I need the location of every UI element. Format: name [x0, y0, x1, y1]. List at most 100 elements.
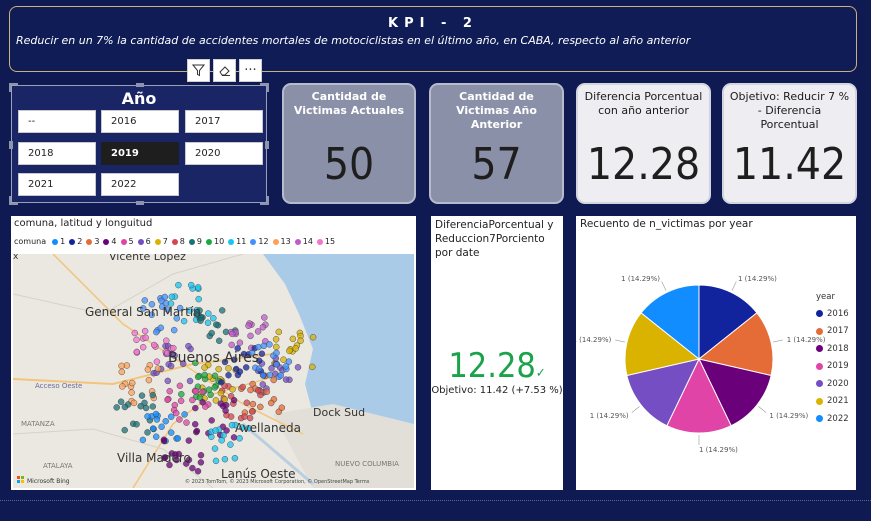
map-point[interactable] [133, 421, 140, 428]
map-point[interactable] [149, 403, 157, 410]
slicer-option[interactable]: 2020 [185, 142, 263, 165]
map-point[interactable] [118, 368, 126, 376]
map-point[interactable] [261, 314, 268, 321]
map-point[interactable] [201, 371, 208, 379]
card-diferencia-porcentual[interactable]: Diferencia Porcentual con año anterior 1… [576, 83, 711, 204]
resize-handle[interactable] [9, 83, 18, 92]
map-point[interactable] [178, 390, 185, 398]
map-point[interactable] [167, 413, 175, 420]
map-point[interactable] [164, 396, 171, 404]
map-point[interactable] [192, 404, 199, 412]
map-point[interactable] [272, 336, 280, 343]
map-point[interactable] [236, 435, 243, 442]
map-point[interactable] [219, 402, 227, 410]
map-point[interactable] [254, 328, 262, 335]
slicer-option[interactable]: -- [18, 110, 96, 133]
map-legend-item[interactable]: 13 [272, 237, 291, 246]
map-point[interactable] [168, 293, 176, 300]
map-point[interactable] [268, 399, 275, 407]
map-point[interactable] [227, 441, 234, 448]
slicer-option[interactable]: 2018 [18, 142, 96, 165]
map-point[interactable] [170, 326, 178, 334]
map-point[interactable] [194, 373, 202, 381]
resize-handle[interactable] [265, 141, 269, 149]
map-point[interactable] [228, 341, 235, 349]
map-point[interactable] [113, 404, 120, 411]
slicer-option-selected[interactable]: 2019 [101, 142, 179, 165]
map-point[interactable] [297, 337, 304, 344]
resize-handle[interactable] [9, 196, 18, 205]
map-point[interactable] [183, 419, 190, 426]
slicer-option[interactable]: 2021 [18, 173, 96, 196]
map-point[interactable] [248, 408, 256, 415]
map-point[interactable] [176, 382, 184, 390]
map-point[interactable] [117, 398, 125, 405]
map-point[interactable] [278, 404, 285, 411]
map-point[interactable] [286, 347, 293, 355]
map-point[interactable] [153, 358, 161, 365]
map-point[interactable] [263, 388, 271, 396]
map-point[interactable] [189, 396, 196, 404]
pie-legend-item[interactable]: 2017 [816, 323, 849, 341]
map-point[interactable] [187, 281, 195, 289]
map-point[interactable] [232, 365, 240, 373]
more-options-icon[interactable]: ··· [239, 59, 262, 82]
map-point[interactable] [266, 371, 274, 379]
map-point[interactable] [243, 399, 251, 407]
map-point[interactable] [160, 436, 168, 443]
map-point[interactable] [229, 330, 236, 338]
pie-legend-item[interactable]: 2020 [816, 375, 849, 393]
map-point[interactable] [259, 372, 267, 379]
map-point[interactable] [121, 403, 129, 411]
map-point[interactable] [259, 323, 267, 331]
map-point[interactable] [211, 372, 219, 380]
map-point[interactable] [121, 426, 128, 434]
map-point[interactable] [229, 386, 236, 393]
map-point[interactable] [181, 411, 188, 418]
map-point[interactable] [189, 464, 196, 472]
map-point[interactable] [273, 343, 280, 351]
map-point[interactable] [180, 317, 188, 325]
map-point[interactable] [241, 413, 248, 420]
map-point[interactable] [205, 386, 213, 393]
map-point[interactable] [144, 429, 151, 436]
map-point[interactable] [174, 435, 182, 442]
map-point[interactable] [292, 345, 299, 352]
map-point[interactable] [185, 342, 192, 350]
map-point[interactable] [309, 363, 316, 371]
map-point[interactable] [191, 420, 199, 428]
map-point[interactable] [163, 337, 170, 344]
map-point[interactable] [258, 350, 266, 357]
eraser-icon[interactable] [213, 59, 236, 82]
map-point[interactable] [131, 329, 139, 337]
map-point[interactable] [185, 437, 193, 444]
card-victimas-anterior[interactable]: Cantidad de Victimas Año Anterior 57 [429, 83, 564, 204]
map-point[interactable] [266, 341, 273, 348]
map-point[interactable] [294, 364, 302, 371]
map-point[interactable] [119, 383, 126, 390]
map-point[interactable] [212, 427, 219, 434]
map-point[interactable] [162, 417, 169, 425]
slicer-option[interactable]: 2016 [101, 110, 179, 133]
map-point[interactable] [277, 372, 284, 379]
map-visual[interactable]: comuna, latitud y longuitud comuna 12345… [11, 216, 416, 490]
map-point[interactable] [141, 297, 149, 304]
map-point[interactable] [234, 371, 242, 379]
map-point[interactable] [152, 433, 160, 440]
map-point[interactable] [133, 336, 140, 344]
map-point[interactable] [285, 358, 293, 365]
map-point[interactable] [275, 328, 282, 336]
map-point[interactable] [158, 423, 165, 431]
map-point[interactable] [282, 376, 290, 383]
card-objetivo[interactable]: Objetivo: Reducir 7 % - Diferencia Porce… [722, 83, 857, 204]
map-legend-item[interactable]: 8 [171, 237, 185, 246]
map-point[interactable] [192, 388, 200, 395]
map-point[interactable] [130, 399, 138, 407]
map-point[interactable] [153, 416, 161, 423]
map-point[interactable] [150, 341, 158, 349]
map-point[interactable] [175, 281, 182, 289]
map-legend-item[interactable]: 10 [205, 237, 224, 246]
map-point[interactable] [142, 334, 149, 342]
map-point[interactable] [231, 454, 239, 462]
map-legend-item[interactable]: 6 [137, 237, 151, 246]
